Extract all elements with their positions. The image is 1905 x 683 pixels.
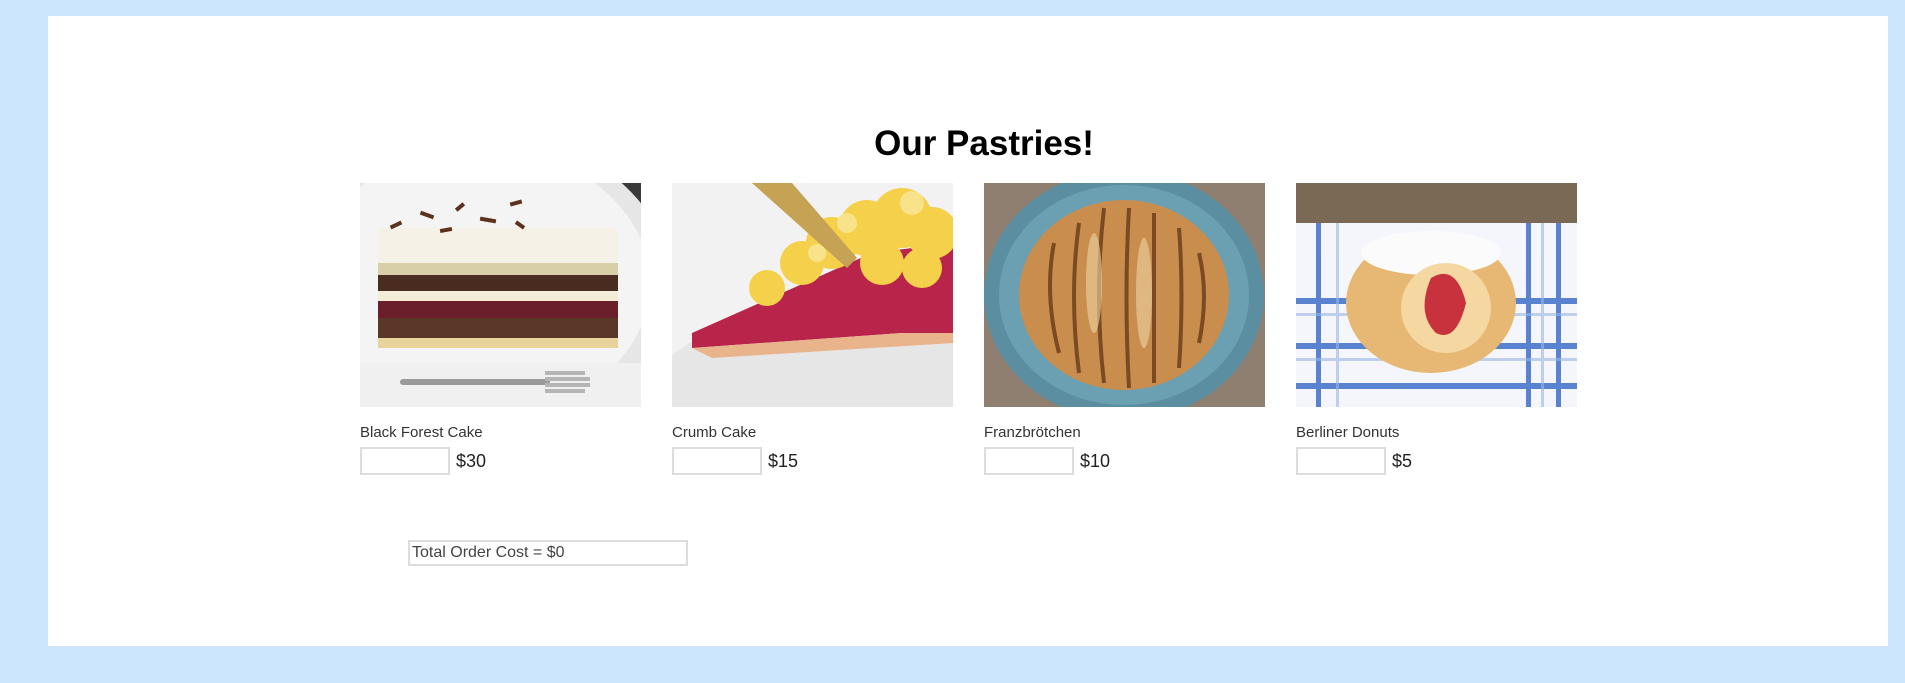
product-card-crumb-cake: Crumb Cake $15 — [672, 183, 953, 475]
product-name: Berliner Donuts — [1296, 424, 1400, 441]
quantity-input-crumb-cake[interactable] — [672, 447, 762, 475]
product-card-berliner-donuts: Berliner Donuts $5 — [1296, 183, 1577, 475]
product-name: Franzbrötchen — [984, 424, 1081, 441]
berliner-donut-photo — [1296, 183, 1577, 407]
quantity-input-black-forest-cake[interactable] — [360, 447, 450, 475]
total-order-cost-field — [408, 540, 688, 566]
quantity-row: $30 — [360, 447, 486, 475]
product-price: $15 — [768, 450, 799, 471]
product-card-franzbrotchen: Franzbrötchen $10 — [984, 183, 1265, 475]
black-forest-cake-photo — [360, 183, 641, 407]
page-title: Our Pastries! — [874, 124, 1094, 163]
quantity-input-berliner-donuts[interactable] — [1296, 447, 1386, 475]
product-price: $10 — [1080, 450, 1111, 471]
content-panel: Our Pastries! Black Forest Cake $30 Crum… — [48, 16, 1888, 646]
quantity-row: $5 — [1296, 447, 1412, 475]
crumb-cake-photo — [672, 183, 953, 407]
quantity-row: $10 — [984, 447, 1110, 475]
product-name: Black Forest Cake — [360, 424, 483, 441]
product-card-black-forest-cake: Black Forest Cake $30 — [360, 183, 641, 475]
product-name: Crumb Cake — [672, 424, 757, 441]
franzbrotchen-photo — [984, 183, 1265, 407]
quantity-row: $15 — [672, 447, 798, 475]
quantity-input-franzbrotchen[interactable] — [984, 447, 1074, 475]
product-price: $30 — [456, 450, 487, 471]
product-price: $5 — [1392, 450, 1413, 471]
